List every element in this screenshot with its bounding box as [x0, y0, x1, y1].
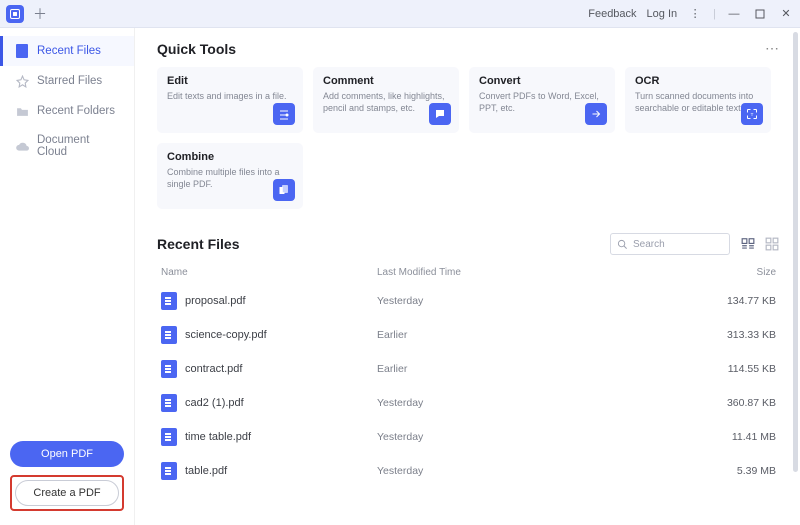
quick-tools-heading: Quick Tools — [157, 41, 236, 57]
file-name: cad2 (1).pdf — [185, 397, 244, 409]
combine-icon — [273, 179, 295, 201]
edit-icon — [273, 103, 295, 125]
star-icon — [15, 74, 29, 88]
file-name: science-copy.pdf — [185, 329, 267, 341]
table-row[interactable]: proposal.pdf Yesterday 134.77 KB — [157, 284, 780, 318]
sidebar-item-starred-files[interactable]: Starred Files — [0, 66, 134, 96]
quick-tool-ocr[interactable]: OCR Turn scanned documents into searchab… — [625, 67, 771, 133]
open-pdf-button[interactable]: Open PDF — [10, 441, 124, 467]
search-input[interactable]: Search — [610, 233, 730, 255]
sidebar-item-label: Document Cloud — [37, 134, 122, 158]
table-row[interactable]: table.pdf Yesterday 5.39 MB — [157, 454, 780, 488]
file-time: Yesterday — [377, 431, 700, 443]
file-size: 313.33 KB — [700, 329, 780, 341]
sidebar-item-label: Starred Files — [37, 75, 102, 87]
search-placeholder: Search — [633, 239, 665, 250]
card-title: Combine — [167, 151, 293, 163]
comment-icon — [429, 103, 451, 125]
pdf-file-icon — [161, 326, 177, 344]
minimize-button[interactable]: — — [726, 6, 742, 22]
card-title: Comment — [323, 75, 449, 87]
close-button[interactable]: ✕ — [778, 6, 794, 22]
file-size: 11.41 MB — [700, 431, 780, 443]
file-size: 134.77 KB — [700, 295, 780, 307]
folder-icon — [15, 104, 29, 118]
create-pdf-button[interactable]: Create a PDF — [15, 480, 119, 506]
app-logo — [6, 5, 24, 23]
card-title: Edit — [167, 75, 293, 87]
sidebar-item-label: Recent Files — [37, 45, 101, 57]
file-name: proposal.pdf — [185, 295, 246, 307]
pdf-file-icon — [161, 394, 177, 412]
file-size: 360.87 KB — [700, 397, 780, 409]
sidebar-item-document-cloud[interactable]: Document Cloud — [0, 126, 134, 166]
sidebar: Recent Files Starred Files Recent Folder… — [0, 28, 135, 525]
content-area: Quick Tools ⋯ Edit Edit texts and images… — [135, 28, 800, 525]
file-time: Yesterday — [377, 465, 700, 477]
cloud-icon — [15, 139, 29, 153]
quick-tool-edit[interactable]: Edit Edit texts and images in a file. — [157, 67, 303, 133]
card-title: Convert — [479, 75, 605, 87]
kebab-menu-icon[interactable]: ⋮ — [687, 6, 703, 22]
scrollbar[interactable] — [793, 32, 798, 472]
ocr-icon: T — [741, 103, 763, 125]
grid-view-icon[interactable] — [764, 236, 780, 252]
card-desc: Edit texts and images in a file. — [167, 90, 293, 102]
pdf-file-icon — [161, 292, 177, 310]
table-row[interactable]: contract.pdf Earlier 114.55 KB — [157, 352, 780, 386]
titlebar: ＋ Feedback Log In ⋮ | — ✕ — [0, 0, 800, 28]
file-name: contract.pdf — [185, 363, 242, 375]
file-name: time table.pdf — [185, 431, 251, 443]
file-time: Yesterday — [377, 397, 700, 409]
login-link[interactable]: Log In — [647, 8, 678, 20]
quick-tool-combine[interactable]: Combine Combine multiple files into a si… — [157, 143, 303, 209]
create-pdf-highlight: Create a PDF — [10, 475, 124, 511]
pdf-file-icon — [161, 428, 177, 446]
file-size: 5.39 MB — [700, 465, 780, 477]
svg-text:T: T — [751, 112, 754, 117]
table-header: Name Last Modified Time Size — [157, 263, 780, 284]
recent-files-heading: Recent Files — [157, 236, 239, 252]
sidebar-item-recent-folders[interactable]: Recent Folders — [0, 96, 134, 126]
table-row[interactable]: time table.pdf Yesterday 11.41 MB — [157, 420, 780, 454]
table-row[interactable]: science-copy.pdf Earlier 313.33 KB — [157, 318, 780, 352]
search-icon — [617, 239, 628, 250]
pdf-file-icon — [161, 462, 177, 480]
list-view-icon[interactable] — [740, 236, 756, 252]
new-tab-button[interactable]: ＋ — [32, 6, 48, 22]
file-size: 114.55 KB — [700, 363, 780, 375]
feedback-link[interactable]: Feedback — [588, 8, 636, 20]
file-time: Earlier — [377, 363, 700, 375]
col-size: Size — [700, 267, 780, 278]
sidebar-item-recent-files[interactable]: Recent Files — [0, 36, 134, 66]
card-title: OCR — [635, 75, 761, 87]
sidebar-item-label: Recent Folders — [37, 105, 115, 117]
file-name: table.pdf — [185, 465, 227, 477]
quick-tool-convert[interactable]: Convert Convert PDFs to Word, Excel, PPT… — [469, 67, 615, 133]
pdf-file-icon — [161, 360, 177, 378]
table-row[interactable]: cad2 (1).pdf Yesterday 360.87 KB — [157, 386, 780, 420]
maximize-button[interactable] — [752, 6, 768, 22]
file-time: Yesterday — [377, 295, 700, 307]
file-time: Earlier — [377, 329, 700, 341]
quick-tool-comment[interactable]: Comment Add comments, like highlights, p… — [313, 67, 459, 133]
more-icon[interactable]: ⋯ — [765, 40, 780, 57]
col-name: Name — [157, 267, 377, 278]
convert-icon — [585, 103, 607, 125]
col-time: Last Modified Time — [377, 267, 700, 278]
document-icon — [15, 44, 29, 58]
